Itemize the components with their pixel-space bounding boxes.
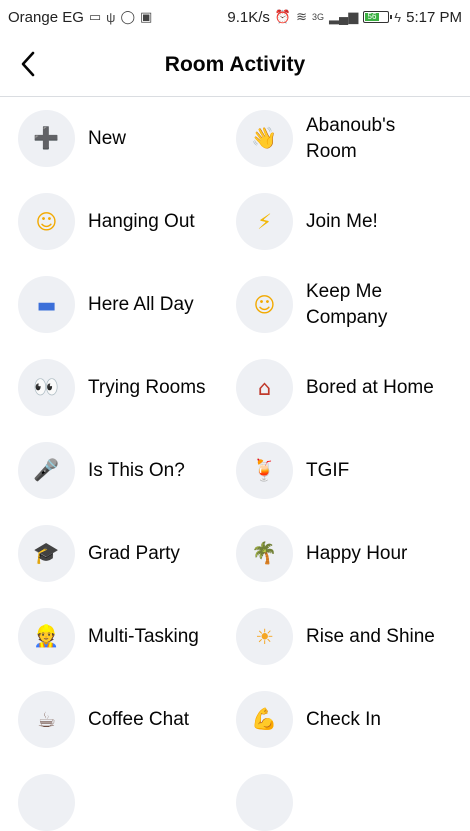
status-left: Orange EG ▭ ψ ◯ ▣ — [8, 9, 152, 26]
activity-label: TGIF — [306, 459, 350, 481]
activity-item[interactable]: 🌴 Happy Hour — [236, 525, 454, 582]
activity-item[interactable]: 👷 Multi-Tasking — [18, 608, 236, 665]
graduation-cap-icon: 🎓 — [18, 525, 75, 582]
app-header: Room Activity — [0, 34, 470, 97]
hugging-face-icon: ☺ — [236, 276, 293, 333]
network-speed: 9.1K/s — [227, 8, 270, 26]
activity-label: Here All Day — [88, 293, 194, 315]
plus-icon: ➕ — [18, 110, 75, 167]
sun-icon: ☀ — [236, 608, 293, 665]
activity-item[interactable] — [18, 774, 236, 831]
activity-item[interactable] — [236, 774, 454, 831]
house-icon: ⌂ — [236, 359, 293, 416]
battery-icon: 56 — [363, 11, 393, 23]
smiley-icon: ☺ — [18, 193, 75, 250]
status-right: 9.1K/s ⏰ ≋ 3G ▂▄▆ 56 ϟ 5:17 PM — [227, 9, 462, 26]
flexed-biceps-icon: 💪 — [236, 691, 293, 748]
notification-icon: ▣ — [140, 9, 153, 24]
usb-icon: ψ — [106, 9, 116, 25]
activity-label: Join Me! — [306, 210, 378, 232]
couch-icon: ▬ — [18, 276, 75, 333]
signal-icon: ▂▄▆ — [329, 9, 359, 24]
activity-item[interactable]: ☕ Coffee Chat — [18, 691, 236, 748]
microphone-icon: 🎤 — [18, 442, 75, 499]
tropical-drink-icon: 🍹 — [236, 442, 293, 499]
waving-hand-icon: 👋 — [236, 110, 293, 167]
activity-grid: ➕ New 👋 Abanoub's Room ☺ Hanging Out ⚡ Join Me!… — [0, 97, 470, 831]
activity-item[interactable]: ☺ Keep Me Company — [236, 276, 454, 333]
activity-item[interactable]: ☀ Rise and Shine — [236, 608, 454, 665]
activity-item[interactable]: 👀 Trying Rooms — [18, 359, 236, 416]
activity-item[interactable]: ☺ Hanging Out — [18, 193, 236, 250]
clock: 5:17 PM — [406, 8, 462, 26]
back-button[interactable] — [14, 50, 42, 78]
whatsapp-icon: ◯ — [120, 9, 136, 24]
charging-icon: ϟ — [394, 9, 402, 25]
activity-label: Check In — [306, 708, 381, 730]
activity-label: Grad Party — [88, 542, 180, 564]
palm-tree-icon: 🌴 — [236, 525, 293, 582]
activity-label: New — [88, 127, 127, 149]
activity-item[interactable]: 🍹 TGIF — [236, 442, 454, 499]
status-bar: Orange EG ▭ ψ ◯ ▣ 9.1K/s ⏰ ≋ 3G ▂▄▆ 56 ϟ… — [0, 0, 470, 34]
chevron-left-icon — [21, 51, 35, 77]
activity-item[interactable]: ⚡ Join Me! — [236, 193, 454, 250]
activity-label: Trying Rooms — [88, 376, 206, 398]
activity-label: Coffee Chat — [88, 708, 190, 730]
office-worker-icon: 👷 — [18, 608, 75, 665]
activity-item[interactable]: ▬ Here All Day — [18, 276, 236, 333]
activity-label: Abanoub's Room — [306, 114, 396, 162]
activity-label: Is This On? — [88, 459, 185, 481]
activity-item[interactable]: 💪 Check In — [236, 691, 454, 748]
network-type: 3G — [312, 12, 325, 22]
coffee-icon: ☕ — [18, 691, 75, 748]
battery-level: 56 — [365, 13, 379, 21]
activity-item[interactable]: ⌂ Bored at Home — [236, 359, 454, 416]
partial-icon — [236, 774, 293, 831]
page-title: Room Activity — [164, 53, 306, 76]
activity-label: Keep Me Company — [306, 280, 388, 328]
activity-label: Rise and Shine — [306, 625, 435, 647]
activity-item[interactable]: 🎓 Grad Party — [18, 525, 236, 582]
activity-label: Happy Hour — [306, 542, 408, 564]
activity-label: Hanging Out — [88, 210, 195, 232]
wifi-icon: ≋ — [296, 9, 307, 24]
eyes-icon: 👀 — [18, 359, 75, 416]
carrier-name: Orange EG — [8, 8, 84, 26]
activity-item[interactable]: 👋 Abanoub's Room — [236, 110, 454, 167]
activity-label: Multi-Tasking — [88, 625, 199, 647]
partial-icon — [18, 774, 75, 831]
activity-label: Bored at Home — [306, 376, 434, 398]
laptop-icon: ▭ — [88, 9, 102, 24]
activity-item[interactable]: ➕ New — [18, 110, 236, 167]
alarm-icon: ⏰ — [274, 9, 292, 24]
activity-item[interactable]: 🎤 Is This On? — [18, 442, 236, 499]
lightning-icon: ⚡ — [236, 193, 293, 250]
